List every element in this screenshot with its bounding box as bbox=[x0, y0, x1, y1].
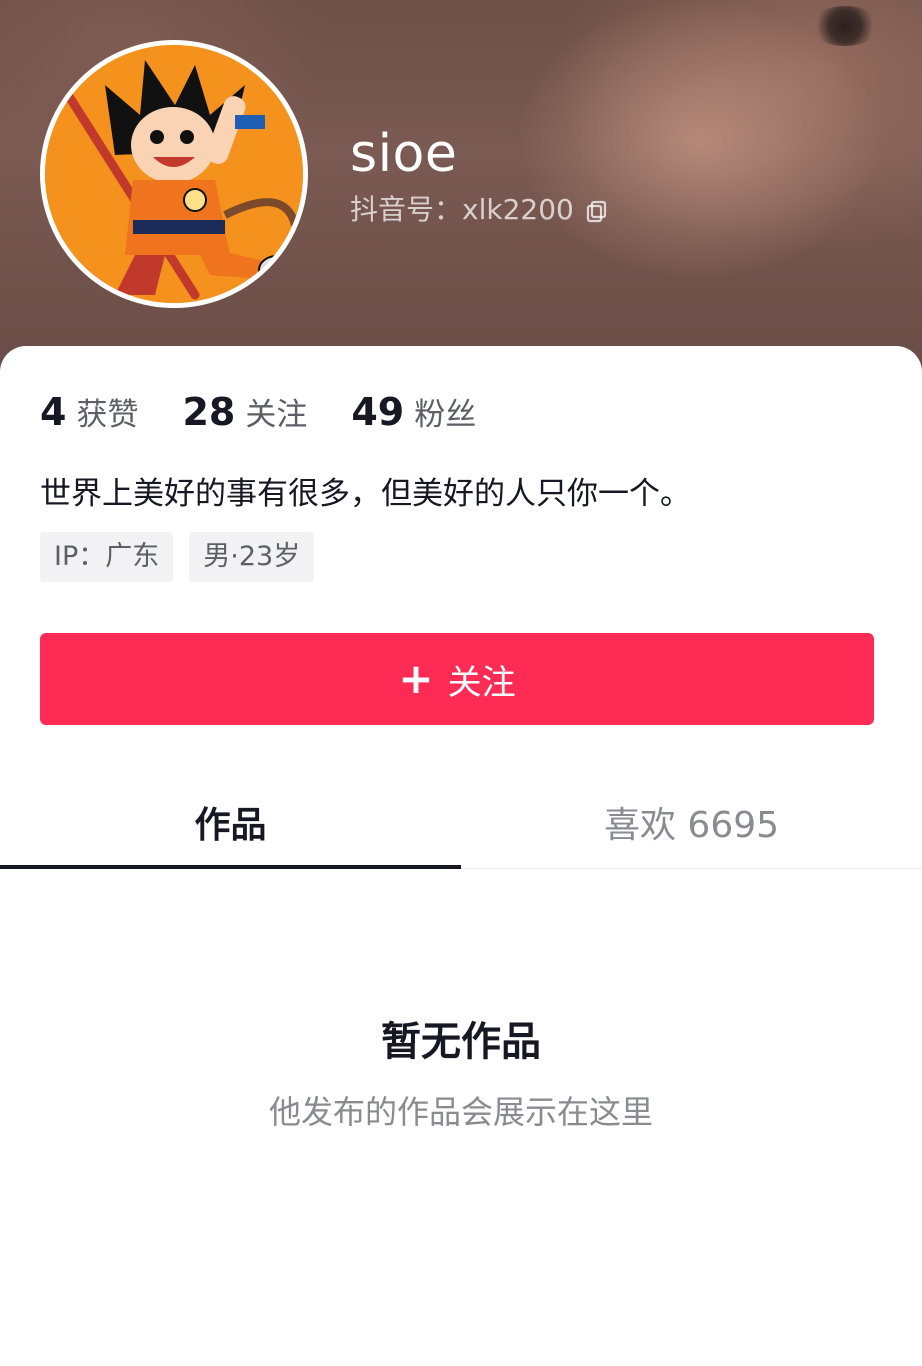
avatar-illustration bbox=[45, 45, 303, 303]
tag-ip-location: IP：广东 bbox=[40, 532, 174, 582]
stat-followers[interactable]: 49 粉丝 bbox=[351, 390, 476, 437]
copy-icon[interactable] bbox=[584, 197, 610, 223]
tab-works[interactable]: 作品 bbox=[0, 776, 461, 869]
content-tabs: 作品 喜欢 6695 bbox=[0, 776, 922, 869]
profile-stats: 4 获赞 28 关注 49 粉丝 bbox=[40, 390, 520, 437]
stat-following-label: 关注 bbox=[245, 397, 308, 433]
stat-likes[interactable]: 4 获赞 bbox=[40, 390, 138, 437]
plus-icon: + bbox=[398, 654, 434, 703]
username: sioe bbox=[350, 124, 458, 184]
profile-bio: 世界上美好的事有很多，但美好的人只你一个。 bbox=[40, 476, 691, 512]
account-id-label: 抖音号：xlk2200 bbox=[350, 193, 574, 226]
profile-card: 4 获赞 28 关注 49 粉丝 世界上美好的事有很多，但美好的人只你一个。 I… bbox=[0, 346, 922, 1366]
empty-state-subtitle: 他发布的作品会展示在这里 bbox=[268, 1093, 653, 1131]
tag-gender-age: 男·23岁 bbox=[189, 532, 315, 582]
stat-followers-value: 49 bbox=[351, 390, 405, 434]
stat-followers-label: 粉丝 bbox=[414, 397, 477, 433]
avatar[interactable] bbox=[40, 40, 308, 308]
stat-likes-label: 获赞 bbox=[76, 397, 139, 433]
follow-button-label: 关注 bbox=[447, 662, 516, 703]
profile-banner: sioe 抖音号：xlk2200 bbox=[0, 0, 922, 380]
stat-likes-value: 4 bbox=[40, 390, 67, 434]
stat-following-value: 28 bbox=[182, 390, 236, 434]
account-id[interactable]: 抖音号：xlk2200 bbox=[350, 192, 610, 228]
stat-following[interactable]: 28 关注 bbox=[182, 390, 307, 437]
profile-tags: IP：广东 男·23岁 bbox=[40, 532, 330, 582]
banner-photo-detail bbox=[810, 6, 880, 46]
empty-state-title: 暂无作品 bbox=[381, 1019, 541, 1065]
follow-button[interactable]: + 关注 bbox=[40, 633, 874, 725]
tab-likes[interactable]: 喜欢 6695 bbox=[461, 776, 922, 868]
